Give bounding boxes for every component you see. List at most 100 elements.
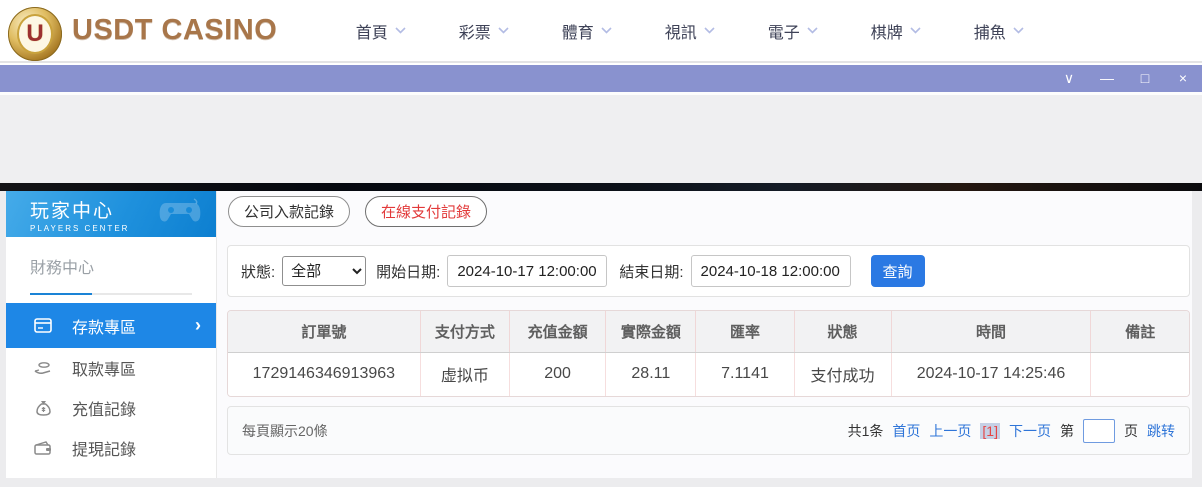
tab-company-deposit-records[interactable]: 公司入款記錄 bbox=[228, 196, 351, 227]
dark-banner-strip bbox=[0, 183, 1202, 191]
window-maximize-icon[interactable]: □ bbox=[1126, 65, 1164, 92]
record-tabs: 公司入款記錄 在線支付記錄 bbox=[228, 196, 488, 227]
end-date-label: 結束日期: bbox=[619, 263, 684, 281]
jump-prefix-text: 第 bbox=[1060, 422, 1074, 439]
col-time: 時間 bbox=[890, 311, 1091, 353]
window-titlebar: ∨ — □ × bbox=[0, 65, 1202, 92]
current-page-indicator: [1] bbox=[980, 422, 1000, 439]
tab-label: 在線支付記錄 bbox=[381, 204, 472, 221]
table-row: 1729146346913963 虚拟币 200 28.11 7.1141 支付… bbox=[228, 352, 1189, 396]
sidebar-item-label: 資金記錄 bbox=[72, 476, 136, 478]
col-status: 狀態 bbox=[793, 311, 892, 353]
nav-item-fishing[interactable]: 捕魚 bbox=[947, 19, 1050, 43]
col-actual-amount: 實際金額 bbox=[605, 311, 696, 353]
chevron-down-icon bbox=[395, 27, 406, 34]
window-chevron-down-icon[interactable]: ∨ bbox=[1050, 65, 1088, 92]
cell-payment-method: 虚拟币 bbox=[419, 352, 510, 396]
cell-time: 2024-10-17 14:25:46 bbox=[890, 352, 1091, 396]
money-bag-icon bbox=[34, 400, 52, 416]
chevron-down-icon bbox=[601, 27, 612, 34]
sidebar-item-funds-records[interactable]: 資金記錄 bbox=[6, 468, 216, 478]
status-select[interactable]: 全部 bbox=[282, 256, 367, 286]
col-recharge-amount: 充值金額 bbox=[509, 311, 606, 353]
nav-label: 視訊 bbox=[664, 24, 697, 42]
nav-label: 電子 bbox=[767, 24, 800, 42]
logo-text: USDT CASINO bbox=[72, 14, 278, 46]
sidebar-section-label: 財務中心 bbox=[30, 260, 95, 277]
main-body: 玩家中心 PLAYERS CENTER 財務中心 存款專區 › 取款專區 充值記… bbox=[0, 191, 1202, 487]
nav-label: 彩票 bbox=[458, 24, 491, 42]
col-payment-method: 支付方式 bbox=[419, 311, 510, 353]
start-date-label: 開始日期: bbox=[376, 263, 441, 281]
sidebar-item-label: 存款專區 bbox=[72, 319, 137, 337]
sidebar-item-withdrawal-records[interactable]: 提現記錄 bbox=[6, 428, 216, 468]
col-order-number: 訂單號 bbox=[228, 311, 421, 353]
pagination-controls: 共1条 首页 上一页 [1] 下一页 第 页 跳转 bbox=[847, 418, 1175, 443]
page-size-text: 每頁顯示20條 bbox=[242, 422, 328, 439]
logo-coin-inner: U bbox=[17, 13, 53, 54]
filter-panel: 狀態: 全部 開始日期: 結束日期: 查詢 bbox=[227, 245, 1190, 297]
cell-remark bbox=[1090, 352, 1189, 396]
chevron-down-icon bbox=[498, 27, 509, 34]
chevron-down-icon bbox=[910, 27, 921, 34]
jump-action-link[interactable]: 跳转 bbox=[1147, 421, 1175, 441]
main-nav: 首頁 彩票 體育 視訊 電子 棋牌 捕魚 bbox=[329, 19, 1050, 43]
search-button[interactable]: 查詢 bbox=[870, 255, 925, 287]
sidebar-item-withdraw[interactable]: 取款專區 bbox=[6, 348, 216, 388]
nav-item-cards[interactable]: 棋牌 bbox=[844, 19, 947, 43]
pagination-panel: 每頁顯示20條 共1条 首页 上一页 [1] 下一页 第 页 跳转 bbox=[227, 406, 1190, 455]
nav-label: 首頁 bbox=[355, 24, 388, 42]
window-close-icon[interactable]: × bbox=[1164, 65, 1202, 92]
sidebar-menu: 存款專區 › 取款專區 充值記錄 提現記錄 bbox=[6, 303, 216, 478]
col-remark: 備註 bbox=[1090, 311, 1189, 353]
cell-order-number: 1729146346913963 bbox=[228, 352, 421, 396]
start-date-input[interactable] bbox=[447, 255, 608, 287]
sidebar-item-label: 提現記錄 bbox=[72, 442, 137, 459]
nav-item-home[interactable]: 首頁 bbox=[329, 19, 432, 43]
cell-exchange-rate: 7.1141 bbox=[695, 352, 794, 396]
col-exchange-rate: 匯率 bbox=[695, 311, 794, 353]
table-header-row: 訂單號 支付方式 充值金額 實際金額 匯率 狀態 時間 備註 bbox=[228, 311, 1189, 353]
sidebar-item-deposit[interactable]: 存款專區 › bbox=[6, 303, 216, 348]
nav-label: 捕魚 bbox=[973, 24, 1006, 42]
records-table-panel: 訂單號 支付方式 充值金額 實際金額 匯率 狀態 時間 備註 172914634… bbox=[227, 310, 1190, 397]
nav-item-video[interactable]: 視訊 bbox=[638, 19, 741, 43]
chevron-down-icon bbox=[1013, 27, 1024, 34]
cell-status: 支付成功 bbox=[793, 352, 892, 396]
nav-item-sports[interactable]: 體育 bbox=[535, 19, 638, 43]
cell-actual-amount: 28.11 bbox=[605, 352, 696, 396]
sidebar-item-recharge-records[interactable]: 充值記錄 bbox=[6, 388, 216, 428]
wallet-icon bbox=[34, 441, 52, 455]
prev-page-link[interactable]: 上一页 bbox=[929, 421, 971, 441]
site-header: U USDT CASINO 首頁 彩票 體育 視訊 電子 棋牌 捕魚 bbox=[0, 0, 1202, 63]
jump-page-input[interactable] bbox=[1083, 418, 1115, 443]
cell-recharge-amount: 200 bbox=[509, 352, 606, 396]
sidebar: 玩家中心 PLAYERS CENTER 財務中心 存款專區 › 取款專區 充值記… bbox=[6, 191, 217, 478]
window-minimize-icon[interactable]: — bbox=[1088, 65, 1126, 92]
nav-label: 體育 bbox=[561, 24, 594, 42]
gamepad-icon bbox=[158, 197, 202, 232]
chevron-down-icon bbox=[704, 27, 715, 34]
end-date-input[interactable] bbox=[690, 255, 851, 287]
nav-label: 棋牌 bbox=[870, 24, 903, 42]
app-window: U USDT CASINO 首頁 彩票 體育 視訊 電子 棋牌 捕魚 ∨ — □… bbox=[0, 0, 1202, 487]
chevron-down-icon bbox=[807, 27, 818, 34]
deposit-card-icon bbox=[34, 318, 52, 333]
nav-item-slots[interactable]: 電子 bbox=[741, 19, 844, 43]
sidebar-item-label: 充值記錄 bbox=[72, 402, 137, 419]
empty-content-zone bbox=[0, 92, 1202, 183]
sidebar-section: 財務中心 bbox=[6, 237, 216, 295]
logo-coin-letter: U bbox=[26, 19, 44, 47]
tab-online-payment-records[interactable]: 在線支付記錄 bbox=[365, 196, 488, 227]
site-logo[interactable]: U USDT CASINO bbox=[8, 1, 277, 61]
jump-suffix-text: 页 bbox=[1124, 422, 1138, 439]
logo-coin-icon: U bbox=[8, 6, 62, 61]
sidebar-header: 玩家中心 PLAYERS CENTER bbox=[6, 191, 216, 237]
status-label: 狀態: bbox=[241, 263, 276, 281]
first-page-link[interactable]: 首页 bbox=[892, 421, 920, 441]
withdraw-hand-icon bbox=[34, 361, 52, 375]
tab-label: 公司入款記錄 bbox=[244, 204, 335, 221]
nav-item-lottery[interactable]: 彩票 bbox=[432, 19, 535, 43]
next-page-link[interactable]: 下一页 bbox=[1009, 421, 1051, 441]
total-count-text: 共1条 bbox=[847, 422, 884, 439]
